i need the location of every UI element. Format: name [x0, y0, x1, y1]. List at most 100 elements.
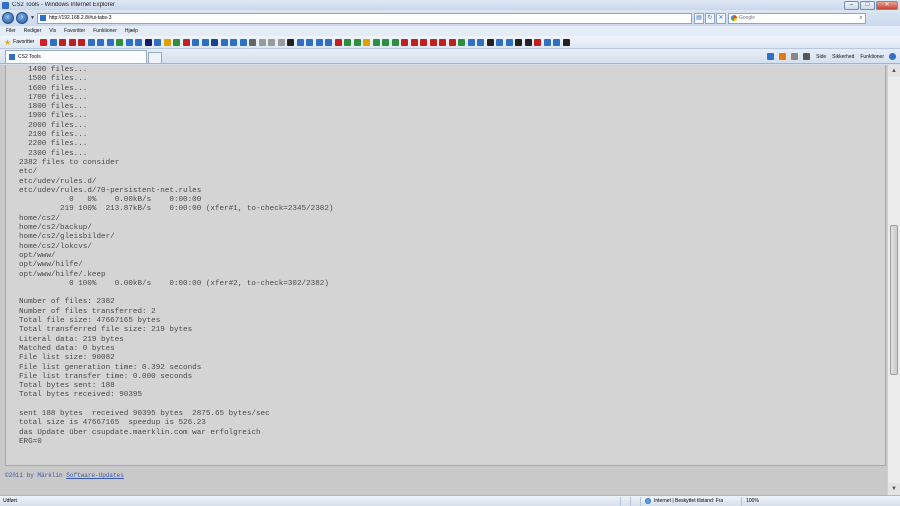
favorite-link-icon[interactable]: [68, 38, 76, 46]
help-icon[interactable]: [889, 53, 896, 60]
favorite-link-icon[interactable]: [486, 38, 494, 46]
favorite-link-icon[interactable]: [49, 38, 57, 46]
favorite-link-icon[interactable]: [496, 38, 504, 46]
search-icon[interactable]: ⌕: [857, 15, 865, 22]
log-output: 1400 files... 1500 files... 1600 files..…: [19, 66, 334, 446]
star-icon: ★: [4, 37, 12, 47]
search-input[interactable]: [738, 15, 857, 21]
maximize-button[interactable]: □: [860, 0, 875, 10]
scroll-up-icon[interactable]: ▲: [888, 65, 900, 77]
favorite-link-icon[interactable]: [277, 38, 285, 46]
scroll-down-icon[interactable]: ▼: [888, 483, 900, 495]
favorite-link-icon[interactable]: [220, 38, 228, 46]
favorite-link-icon[interactable]: [439, 38, 447, 46]
safety-menu[interactable]: Sikkerhed: [832, 54, 854, 60]
mail-icon[interactable]: [791, 53, 799, 60]
favorite-link-icon[interactable]: [192, 38, 200, 46]
favorite-link-icon[interactable]: [201, 38, 209, 46]
favorite-link-icon[interactable]: [372, 38, 380, 46]
favorite-link-icon[interactable]: [534, 38, 542, 46]
favorite-link-icon[interactable]: [268, 38, 276, 46]
favorite-link-icon[interactable]: [40, 38, 48, 46]
menu-help[interactable]: Hjælp: [125, 28, 138, 34]
favorite-link-icon[interactable]: [296, 38, 304, 46]
favorite-link-icon[interactable]: [401, 38, 409, 46]
favorite-link-icon[interactable]: [543, 38, 551, 46]
favorite-link-icon[interactable]: [334, 38, 342, 46]
favorite-link-icon[interactable]: [163, 38, 171, 46]
new-tab-button[interactable]: [148, 52, 162, 63]
favorite-link-icon[interactable]: [287, 38, 295, 46]
status-text: Udført: [3, 498, 17, 504]
favorite-link-icon[interactable]: [515, 38, 523, 46]
favorite-link-icon[interactable]: [562, 38, 570, 46]
favorite-link-icon[interactable]: [125, 38, 133, 46]
favorite-link-icon[interactable]: [505, 38, 513, 46]
favorites-button[interactable]: ★ Favoritter: [4, 38, 34, 47]
minimize-button[interactable]: –: [844, 0, 859, 10]
scroll-thumb[interactable]: [890, 225, 898, 375]
feeds-icon[interactable]: [779, 53, 787, 60]
zoom-control[interactable]: 100%: [741, 496, 763, 506]
favorites-icons: [40, 38, 572, 46]
page-menu[interactable]: Side: [816, 54, 826, 60]
favorite-link-icon[interactable]: [106, 38, 114, 46]
favorite-link-icon[interactable]: [382, 38, 390, 46]
favorite-link-icon[interactable]: [429, 38, 437, 46]
chevron-down-icon[interactable]: ▼: [30, 15, 35, 21]
title-bar: CS2 Tools - Windows Internet Explorer – …: [0, 0, 900, 10]
favorite-link-icon[interactable]: [344, 38, 352, 46]
command-bar: Side Sikkerhed Funktioner: [762, 50, 900, 63]
menu-favorites[interactable]: Favoritter: [64, 28, 85, 34]
favorite-link-icon[interactable]: [458, 38, 466, 46]
url-input[interactable]: [48, 15, 691, 21]
favorite-link-icon[interactable]: [230, 38, 238, 46]
favorite-link-icon[interactable]: [258, 38, 266, 46]
favorite-link-icon[interactable]: [353, 38, 361, 46]
print-icon[interactable]: [803, 53, 811, 60]
favorite-link-icon[interactable]: [410, 38, 418, 46]
favorite-link-icon[interactable]: [239, 38, 247, 46]
favorite-link-icon[interactable]: [363, 38, 371, 46]
favorite-link-icon[interactable]: [391, 38, 399, 46]
menu-view[interactable]: Vis: [49, 28, 56, 34]
favorite-link-icon[interactable]: [59, 38, 67, 46]
favorite-link-icon[interactable]: [306, 38, 314, 46]
favorite-link-icon[interactable]: [325, 38, 333, 46]
vertical-scrollbar[interactable]: ▲ ▼: [887, 65, 900, 495]
security-zone[interactable]: Internet | Beskyttet tilstand: Fra: [640, 496, 727, 506]
favorite-link-icon[interactable]: [173, 38, 181, 46]
tab-label: CS2 Tools: [18, 54, 41, 60]
software-updates-link[interactable]: Software-Updates: [66, 472, 124, 479]
favorite-link-icon[interactable]: [553, 38, 561, 46]
back-button[interactable]: ‹: [2, 12, 14, 24]
favorite-link-icon[interactable]: [135, 38, 143, 46]
favorite-link-icon[interactable]: [315, 38, 323, 46]
menu-tools[interactable]: Funktioner: [93, 28, 117, 34]
favorite-link-icon[interactable]: [87, 38, 95, 46]
zone-text: Internet | Beskyttet tilstand: Fra: [654, 498, 724, 504]
favorite-link-icon[interactable]: [524, 38, 532, 46]
home-icon[interactable]: [767, 53, 775, 60]
favorite-link-icon[interactable]: [211, 38, 219, 46]
favorite-link-icon[interactable]: [467, 38, 475, 46]
favorite-link-icon[interactable]: [144, 38, 152, 46]
menu-edit[interactable]: Rediger: [24, 28, 42, 34]
favorite-link-icon[interactable]: [477, 38, 485, 46]
close-button[interactable]: ✕: [876, 0, 898, 10]
favorite-link-icon[interactable]: [78, 38, 86, 46]
forward-button[interactable]: ›: [16, 12, 28, 24]
menu-file[interactable]: Filer: [6, 28, 16, 34]
favorite-link-icon[interactable]: [116, 38, 124, 46]
favorite-link-icon[interactable]: [448, 38, 456, 46]
favorite-link-icon[interactable]: [182, 38, 190, 46]
refresh-icon[interactable]: ↻: [704, 12, 715, 24]
tools-menu[interactable]: Funktioner: [860, 54, 884, 60]
favorite-link-icon[interactable]: [249, 38, 257, 46]
favorite-link-icon[interactable]: [154, 38, 162, 46]
stop-icon[interactable]: ✕: [715, 12, 726, 24]
compatibility-icon[interactable]: ▤: [693, 12, 704, 24]
favorite-link-icon[interactable]: [97, 38, 105, 46]
favorite-link-icon[interactable]: [420, 38, 428, 46]
tab-cs2-tools[interactable]: CS2 Tools: [5, 50, 147, 63]
